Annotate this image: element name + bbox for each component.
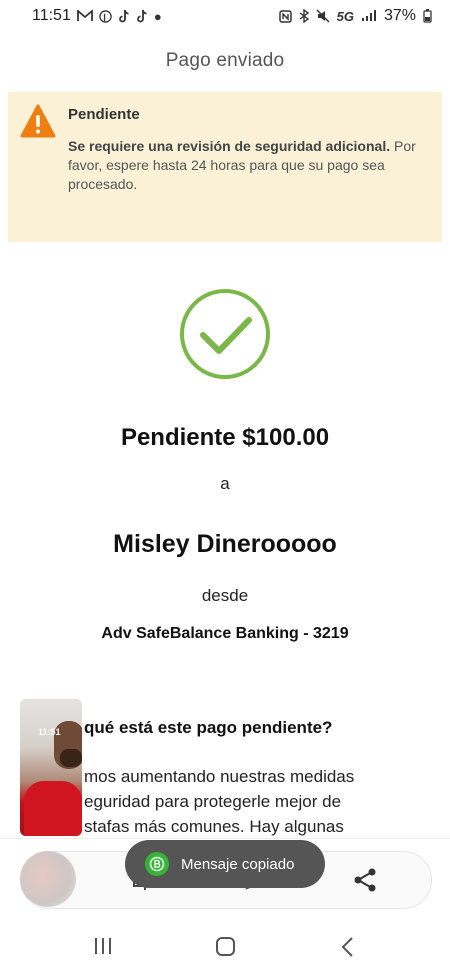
recipient-name: Misley Dinerooooo: [113, 530, 337, 558]
navigation-bar: [0, 918, 450, 975]
mute-icon: [316, 9, 330, 23]
recents-icon[interactable]: [94, 938, 112, 954]
dot-icon: ●: [153, 8, 162, 24]
info-body: mos aumentando nuestras medidas eguridad…: [84, 764, 444, 839]
pinterest-icon: [99, 9, 112, 23]
video-overlay-handle[interactable]: [75, 43, 79, 65]
5g-icon: 5G: [336, 8, 354, 24]
info-line: stafas más comunes. Hay algunas: [84, 817, 344, 836]
video-person-beard: [60, 749, 82, 767]
status-time: 11:51: [32, 7, 71, 24]
video-person-shirt: [24, 781, 82, 836]
nfc-icon: [278, 9, 292, 23]
whatsapp-business-icon: [145, 852, 169, 876]
info-line: mos aumentando nuestras medidas: [84, 767, 355, 786]
alert-body-bold: Se requiere una revisión de seguridad ad…: [68, 138, 391, 154]
warning-icon: [20, 104, 56, 138]
gmail-icon: [76, 10, 93, 21]
back-icon[interactable]: [340, 937, 354, 957]
status-left: 11:51 ●: [32, 7, 162, 25]
copied-toast: Mensaje copiado: [125, 840, 325, 888]
tiktok-icon: [118, 9, 129, 23]
share-icon[interactable]: [352, 867, 378, 893]
checkmark-circle-icon: [180, 289, 270, 379]
video-overlay[interactable]: 11:51: [20, 699, 82, 836]
pending-alert: Pendiente Se requiere una revisión de se…: [8, 92, 442, 242]
tiktok-icon: [136, 9, 147, 23]
payment-amount: Pendiente $100.00: [120, 424, 330, 451]
battery-percent: 37%: [383, 7, 416, 24]
status-bar: 11:51 ● 5G 37%: [0, 0, 450, 32]
source-account: Adv SafeBalance Banking - 3219: [101, 625, 349, 642]
toast-text: Mensaje copiado: [181, 855, 295, 873]
from-label: desde: [201, 586, 249, 605]
alert-body: Se requiere una revisión de seguridad ad…: [68, 137, 420, 194]
info-line: eguridad para protegerle mejor de: [84, 792, 342, 811]
info-title: qué está este pago pendiente?: [84, 718, 333, 737]
to-label: a: [220, 474, 230, 493]
screenshot-thumbnail[interactable]: [20, 851, 76, 907]
bluetooth-icon: [299, 9, 309, 23]
signal-icon: [361, 10, 376, 21]
page-title: Pago enviado: [165, 50, 285, 71]
status-right: 5G 37%: [278, 7, 432, 25]
app-header: Pago enviado: [0, 32, 450, 90]
alert-title: Pendiente: [68, 106, 140, 123]
home-icon[interactable]: [216, 937, 235, 956]
battery-icon: [423, 9, 432, 23]
video-time: 11:51: [38, 727, 61, 737]
